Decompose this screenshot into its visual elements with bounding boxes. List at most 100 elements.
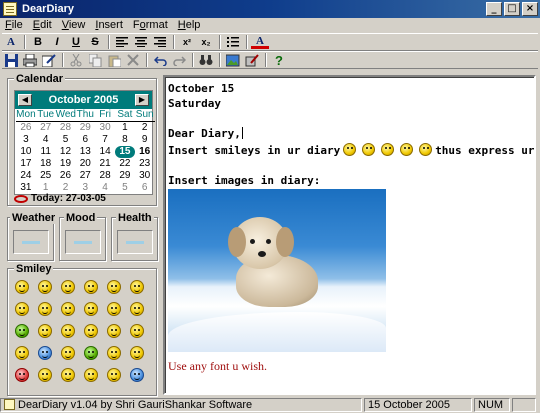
smiley-icon[interactable]: [107, 346, 121, 360]
next-month-button[interactable]: ▶: [134, 94, 149, 106]
smiley-icon[interactable]: [38, 346, 52, 360]
smiley-icon[interactable]: [15, 280, 29, 294]
smiley-icon[interactable]: [61, 324, 75, 338]
calendar-day[interactable]: 21: [95, 158, 115, 170]
menu-format[interactable]: Format: [128, 19, 173, 31]
smiley-icon[interactable]: [38, 280, 52, 294]
calendar-day[interactable]: 9: [135, 134, 155, 146]
minimize-button[interactable]: _: [486, 2, 502, 16]
puppy-photo[interactable]: [168, 189, 386, 352]
delete-icon[interactable]: [124, 52, 142, 68]
align-right-icon[interactable]: [151, 34, 169, 50]
bullet-list-icon[interactable]: [224, 34, 242, 50]
prev-month-button[interactable]: ◀: [18, 94, 32, 106]
smiley-icon[interactable]: [61, 368, 75, 382]
align-left-icon[interactable]: [113, 34, 131, 50]
smiley-icon[interactable]: [130, 280, 144, 294]
save-icon[interactable]: [2, 52, 20, 68]
menu-view[interactable]: View: [57, 19, 91, 31]
cut-icon[interactable]: [67, 52, 85, 68]
diary-editor[interactable]: October 15 Saturday Dear Diary, Insert s…: [163, 75, 536, 395]
underline-button[interactable]: U: [67, 34, 85, 50]
smiley-icon[interactable]: [130, 368, 144, 382]
calendar-day[interactable]: 17: [16, 158, 36, 170]
smiley-icon[interactable]: [15, 346, 29, 360]
calendar-day[interactable]: 26: [16, 122, 36, 134]
calendar-day[interactable]: 27: [36, 122, 56, 134]
smiley-icon[interactable]: [38, 302, 52, 316]
insert-image-icon[interactable]: [224, 52, 242, 68]
calendar-day[interactable]: 28: [95, 170, 115, 182]
calendar-day[interactable]: 29: [75, 122, 95, 134]
calendar-day[interactable]: 30: [135, 170, 155, 182]
menu-help[interactable]: Help: [173, 19, 206, 31]
smiley-icon[interactable]: [84, 302, 98, 316]
calendar-day[interactable]: 7: [95, 134, 115, 146]
redo-icon[interactable]: [170, 52, 188, 68]
calendar-day[interactable]: 8: [115, 134, 135, 146]
smiley-icon[interactable]: [15, 368, 29, 382]
calendar-day[interactable]: 13: [75, 146, 95, 158]
calendar-day[interactable]: 18: [36, 158, 56, 170]
menu-insert[interactable]: Insert: [90, 19, 128, 31]
calendar-day[interactable]: 27: [75, 170, 95, 182]
close-button[interactable]: ×: [522, 2, 538, 16]
help-question-icon[interactable]: ?: [270, 52, 288, 68]
font-button[interactable]: A: [2, 34, 20, 50]
smiley-icon[interactable]: [15, 302, 29, 316]
smiley-icon[interactable]: [15, 324, 29, 338]
calendar-day[interactable]: 22: [115, 158, 135, 170]
smiley-icon[interactable]: [107, 302, 121, 316]
calendar-day[interactable]: 20: [75, 158, 95, 170]
calendar-day[interactable]: 24: [16, 170, 36, 182]
subscript-button[interactable]: x₂: [197, 34, 215, 50]
calendar-day[interactable]: 16: [135, 146, 155, 158]
smiley-icon[interactable]: [84, 324, 98, 338]
calendar-day[interactable]: 10: [16, 146, 36, 158]
smiley-icon[interactable]: [84, 346, 98, 360]
calendar-day[interactable]: 23: [135, 158, 155, 170]
smiley-icon[interactable]: [107, 324, 121, 338]
calendar-day[interactable]: 28: [56, 122, 76, 134]
calendar-day[interactable]: 4: [36, 134, 56, 146]
edit-entry-icon[interactable]: [40, 52, 58, 68]
menu-edit[interactable]: Edit: [28, 19, 57, 31]
italic-button[interactable]: I: [48, 34, 66, 50]
print-icon[interactable]: [21, 52, 39, 68]
calendar-day[interactable]: 5: [56, 134, 76, 146]
align-center-icon[interactable]: [132, 34, 150, 50]
calendar-day[interactable]: 19: [56, 158, 76, 170]
calendar-day[interactable]: 12: [56, 146, 76, 158]
find-binoculars-icon[interactable]: [197, 52, 215, 68]
calendar-day[interactable]: 6: [75, 134, 95, 146]
today-link[interactable]: Today: 27-03-05: [14, 193, 106, 204]
calendar-day[interactable]: 30: [95, 122, 115, 134]
smiley-icon[interactable]: [107, 368, 121, 382]
calendar-day-selected[interactable]: 15: [114, 146, 135, 158]
calendar-day[interactable]: 2: [135, 122, 155, 134]
smiley-icon[interactable]: [107, 280, 121, 294]
settings-pen-icon[interactable]: [243, 52, 261, 68]
paste-icon[interactable]: [105, 52, 123, 68]
smiley-icon[interactable]: [61, 346, 75, 360]
calendar-day[interactable]: 3: [16, 134, 36, 146]
calendar-day[interactable]: 5: [115, 182, 135, 194]
calendar-day[interactable]: 11: [36, 146, 56, 158]
font-color-button[interactable]: A: [251, 35, 269, 49]
mood-field[interactable]: [65, 230, 101, 254]
maximize-button[interactable]: □: [504, 2, 520, 16]
calendar-day[interactable]: 29: [115, 170, 135, 182]
health-field[interactable]: [117, 230, 153, 254]
calendar-day[interactable]: 25: [36, 170, 56, 182]
smiley-icon[interactable]: [61, 302, 75, 316]
weather-field[interactable]: [13, 230, 49, 254]
calendar-day[interactable]: 26: [56, 170, 76, 182]
calendar-month-title[interactable]: October 2005: [49, 94, 119, 106]
smiley-icon[interactable]: [130, 324, 144, 338]
copy-icon[interactable]: [86, 52, 104, 68]
smiley-icon[interactable]: [84, 280, 98, 294]
smiley-icon[interactable]: [38, 368, 52, 382]
bold-button[interactable]: B: [29, 34, 47, 50]
superscript-button[interactable]: x²: [178, 34, 196, 50]
strikethrough-button[interactable]: S: [86, 34, 104, 50]
